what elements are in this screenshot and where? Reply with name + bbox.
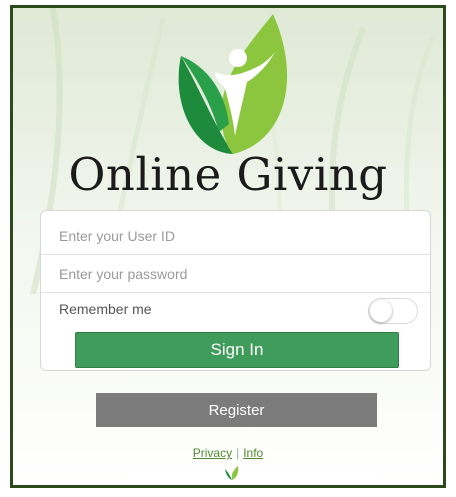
remember-me-toggle[interactable]	[368, 298, 418, 324]
login-screen: Online Giving Remember me Sign In Regist…	[10, 5, 446, 488]
leaf-person-logo-icon	[178, 14, 288, 154]
link-separator: |	[236, 446, 240, 460]
sign-in-button[interactable]: Sign In	[75, 332, 399, 368]
app-title: Online Giving	[68, 148, 388, 201]
password-input[interactable]	[41, 255, 430, 293]
register-button[interactable]: Register	[96, 393, 377, 427]
user-id-input[interactable]	[41, 217, 430, 255]
remember-me-label: Remember me	[59, 301, 152, 317]
info-link[interactable]: Info	[243, 446, 263, 460]
remember-me-row: Remember me	[41, 293, 430, 328]
toggle-knob	[370, 300, 392, 322]
footer-links: Privacy | Info	[13, 446, 443, 460]
small-leaf-logo-icon	[225, 466, 239, 480]
login-form: Remember me Sign In	[40, 210, 431, 371]
privacy-link[interactable]: Privacy	[193, 446, 232, 460]
